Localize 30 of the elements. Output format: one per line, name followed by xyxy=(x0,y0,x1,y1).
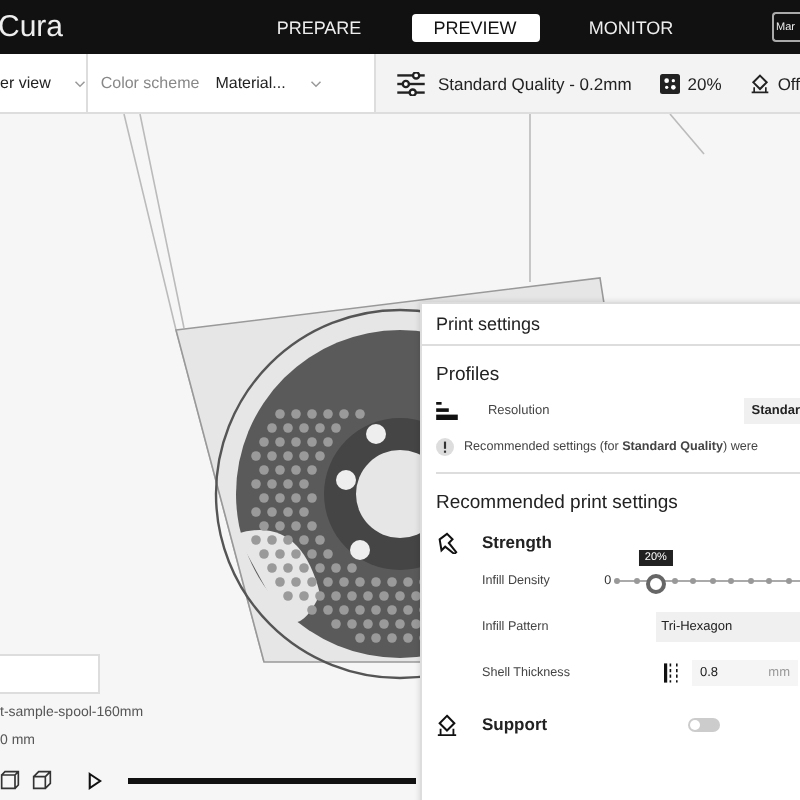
panel-title: Print settings xyxy=(422,304,800,346)
layer-slider-fill[interactable] xyxy=(128,777,416,783)
build-volume-edge xyxy=(669,114,705,155)
section-heading: Recommended print settings xyxy=(436,492,680,514)
print-setup-selector[interactable]: Standard Quality - 0.2mm 20% Off xyxy=(375,54,800,112)
wall-icon xyxy=(664,662,680,684)
warning-icon xyxy=(436,438,454,456)
support-heading: Support xyxy=(482,714,550,734)
support-icon xyxy=(749,73,770,93)
color-scheme-dropdown[interactable]: Material... xyxy=(215,74,322,92)
app-logo: Cura xyxy=(0,10,64,44)
chevron-icon xyxy=(74,79,87,87)
support-toggle[interactable] xyxy=(688,717,720,731)
infill-icon xyxy=(659,73,680,93)
resolution-icon xyxy=(436,402,458,420)
cube-icon[interactable] xyxy=(32,770,52,790)
strength-heading: Strength xyxy=(482,532,554,552)
section-heading: Profiles xyxy=(436,364,502,386)
stage-tab[interactable]: PREPARE xyxy=(255,13,384,41)
support-icon xyxy=(436,713,458,735)
object-name-field[interactable] xyxy=(0,654,100,694)
sliders-icon xyxy=(395,71,426,95)
play-icon[interactable] xyxy=(88,771,102,789)
cube-icon[interactable] xyxy=(0,770,20,790)
view-type-dropdown[interactable]: er view xyxy=(0,54,89,112)
stage-tab[interactable]: PREVIEW xyxy=(411,13,540,41)
chevron-icon xyxy=(309,79,322,87)
color-scheme-label: Color scheme xyxy=(100,74,200,92)
slider-handle[interactable] xyxy=(645,573,666,593)
stage-tab[interactable]: MONITOR xyxy=(567,13,696,41)
